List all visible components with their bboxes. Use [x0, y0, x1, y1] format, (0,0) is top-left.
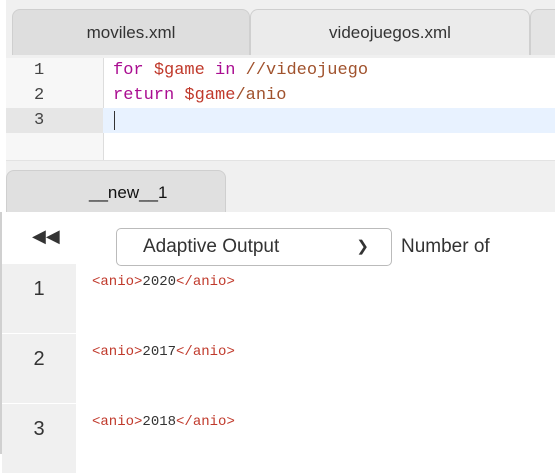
editor-tabbar: moviles.xml videojuegos.xml: [6, 0, 555, 58]
line-number: 3: [34, 111, 45, 130]
line-number: 2: [34, 86, 45, 105]
result-panel: ◀◀ Adaptive Output ❯ Number of 1 <anio>2…: [0, 212, 555, 473]
row-value: <anio>2018</anio>: [92, 414, 235, 430]
code-line-active: 3: [6, 108, 555, 133]
query-editor[interactable]: 1 for $game in //videojuego 2 return $ga…: [6, 58, 555, 160]
row-index: 3: [2, 404, 76, 473]
double-left-arrow-icon[interactable]: ◀◀: [32, 226, 60, 247]
row-index: 2: [2, 334, 76, 403]
line-number: 1: [34, 61, 45, 80]
tab-videojuegos[interactable]: videojuegos.xml: [250, 9, 530, 55]
result-row: 3 <anio>2018</anio>: [2, 404, 555, 473]
tab-moviles[interactable]: moviles.xml: [12, 9, 250, 55]
tab-overflow[interactable]: [530, 9, 555, 55]
chevron-down-icon: ❯: [356, 238, 369, 255]
result-row: 2 <anio>2017</anio>: [2, 334, 555, 403]
result-row: 1 <anio>2020</anio>: [2, 264, 555, 333]
code-text: return $game/anio: [113, 86, 287, 105]
code-line: 2 return $game/anio: [6, 83, 555, 108]
output-mode-select[interactable]: Adaptive Output ❯: [116, 228, 392, 266]
text-cursor: [114, 111, 115, 130]
number-of-label: Number of: [401, 236, 490, 257]
code-text: for $game in //videojuego: [113, 61, 369, 80]
code-line: 1 for $game in //videojuego: [6, 58, 555, 83]
row-index: 1: [2, 264, 76, 333]
result-toolbar: ◀◀ Adaptive Output ❯ Number of: [2, 212, 555, 266]
tab-new-result[interactable]: __new__1: [6, 170, 226, 212]
row-value: <anio>2020</anio>: [92, 274, 235, 290]
row-value: <anio>2017</anio>: [92, 344, 235, 360]
